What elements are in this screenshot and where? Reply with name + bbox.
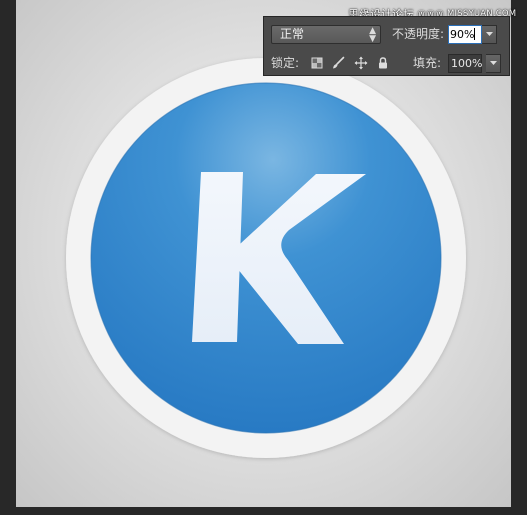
opacity-input[interactable]: 90% bbox=[448, 24, 482, 44]
opacity-value: 90% bbox=[450, 27, 475, 41]
fill-dropdown-button[interactable] bbox=[486, 53, 501, 73]
lock-transparent-pixels-icon[interactable] bbox=[310, 56, 324, 70]
text-caret bbox=[474, 27, 476, 40]
layers-panel-options: 正常 ▲ ▼ 不透明度: 90% 锁定: 填充: 100% bbox=[263, 16, 510, 76]
blend-mode-value: 正常 bbox=[280, 26, 305, 41]
opacity-dropdown-button[interactable] bbox=[482, 24, 497, 44]
lock-label: 锁定: bbox=[271, 55, 300, 70]
blend-mode-select[interactable]: 正常 ▲ ▼ bbox=[271, 24, 381, 44]
lock-all-icon[interactable] bbox=[376, 56, 390, 70]
lock-fill-row: 锁定: 填充: 100% bbox=[264, 50, 509, 76]
lock-image-pixels-icon[interactable] bbox=[331, 56, 345, 70]
fill-label: 填充: bbox=[413, 55, 442, 70]
fill-input[interactable]: 100% bbox=[448, 53, 483, 73]
opacity-label: 不透明度: bbox=[392, 26, 445, 41]
k-logo-artwork bbox=[66, 58, 466, 458]
dropdown-arrow-icon bbox=[489, 61, 497, 65]
stepper-arrows-icon: ▲ ▼ bbox=[369, 25, 376, 44]
fill-value: 100% bbox=[451, 56, 483, 70]
document-canvas bbox=[16, 0, 511, 507]
dropdown-arrow-icon bbox=[485, 32, 493, 36]
lock-position-icon[interactable] bbox=[354, 56, 368, 70]
blend-opacity-row: 正常 ▲ ▼ 不透明度: 90% bbox=[264, 21, 509, 47]
